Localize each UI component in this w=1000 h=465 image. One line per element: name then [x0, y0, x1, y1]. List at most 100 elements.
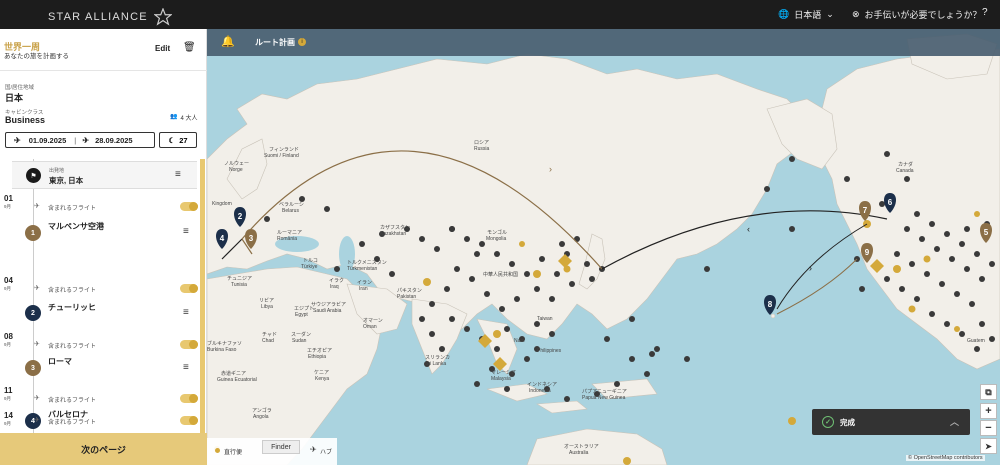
- flight-row: 01 9月 ✈ 含まれるフライト: [0, 195, 200, 215]
- next-page-button[interactable]: 次のページ: [0, 433, 207, 465]
- date-range-field[interactable]: ✈ 01.09.2025 | ✈ 28.09.2025: [5, 132, 155, 148]
- nights-field[interactable]: ☾ 27: [159, 132, 197, 148]
- help-link[interactable]: ⊗ お手伝いが必要でしょうか？: [852, 8, 982, 21]
- map-label: スリランカ: [425, 355, 451, 361]
- info-icon[interactable]: i: [298, 38, 306, 46]
- flight-included-label: 含まれるフライト: [48, 398, 97, 404]
- flight-row: 14 9月 ✈ 含まれるフライト: [0, 412, 200, 432]
- route-arrow: ›: [549, 164, 552, 174]
- map-label: Indonesia: [529, 388, 551, 394]
- stop-name: ローマ: [48, 357, 72, 366]
- menu-icon[interactable]: ≡: [175, 169, 181, 180]
- stop-row[interactable]: 2 チューリッヒ ≡: [0, 300, 200, 334]
- route-arrow: ›: [809, 263, 812, 273]
- flight-day: 11: [4, 386, 13, 395]
- map-attribution[interactable]: © OpenStreetMap contributors: [906, 455, 985, 461]
- indonesia-land: [486, 378, 658, 414]
- passenger-count: 4 大人: [180, 116, 198, 122]
- end-date: 28.09.2025: [95, 135, 133, 145]
- flight-toggle[interactable]: [180, 202, 198, 211]
- layers-icon[interactable]: ⧉: [980, 384, 997, 400]
- flight-month: 9月: [4, 204, 12, 209]
- map-label: ルーマニア: [277, 230, 303, 236]
- passengers[interactable]: 👥 4 大人: [170, 113, 198, 122]
- map-label: モンゴル: [487, 230, 508, 236]
- map-label: Sudan: [292, 338, 307, 344]
- zoom-out-button[interactable]: −: [980, 420, 997, 436]
- map-label: ノルウェー: [224, 161, 250, 167]
- chevron-up-icon[interactable]: ︿: [950, 415, 959, 428]
- stop-row[interactable]: 3 ローマ ≡: [0, 355, 200, 389]
- map-label: Nam: [514, 338, 525, 344]
- map-label: チャド: [262, 332, 277, 338]
- map-label: Saudi Arabia: [313, 308, 342, 314]
- map-label: インドネシア: [527, 382, 558, 388]
- stop-name: チューリッヒ: [48, 303, 96, 312]
- north-america-land: [816, 48, 1000, 370]
- route-map[interactable]: ‹ › › 2 3 4 5 6 7 8 9 ロシア Russia フィンランド …: [207, 29, 1000, 465]
- map-pin-8[interactable]: 8: [764, 295, 776, 315]
- pin-number: 2: [238, 212, 243, 221]
- flight-toggle[interactable]: [180, 340, 198, 349]
- map-label: イラク: [329, 278, 345, 284]
- edit-button[interactable]: Edit: [155, 44, 170, 53]
- flight-included-label: 含まれるフライト: [48, 344, 97, 350]
- map-label: Iraq: [330, 284, 339, 290]
- sidebar-header: 世界一周 あなたの旅を計画する Edit 🗑: [0, 29, 207, 71]
- map-label: Sri Lanka: [425, 361, 447, 367]
- finder-button[interactable]: Finder: [262, 440, 300, 454]
- zoom-in-button[interactable]: +: [980, 403, 997, 419]
- scroll-indicator[interactable]: [200, 159, 205, 433]
- chevron-down-icon: ⌄: [826, 9, 834, 19]
- map-label: Ethiopia: [308, 354, 327, 360]
- flight-toggle[interactable]: [180, 394, 198, 403]
- flight-month: 9月: [4, 342, 12, 347]
- map-label: イラン: [357, 280, 373, 286]
- flight-toggle[interactable]: [180, 284, 198, 293]
- pin-number: 7: [863, 206, 868, 215]
- country-value[interactable]: 日本: [5, 91, 23, 104]
- plane-icon: ✈: [34, 417, 40, 424]
- map-label: Philippines: [537, 348, 562, 354]
- itinerary-sidebar: 世界一周 あなたの旅を計画する Edit 🗑 国/居住地域 日本 キャビンクラス…: [0, 29, 207, 465]
- map-label: パプアニューギニア: [582, 389, 627, 395]
- bell-icon[interactable]: 🔔: [221, 35, 235, 48]
- map-label: Oman: [363, 324, 377, 330]
- globe-icon: 🌐: [778, 9, 790, 19]
- country-label: 国/居住地域: [5, 85, 35, 91]
- map-label: Kenya: [315, 376, 330, 382]
- pin-number: 4: [220, 234, 225, 243]
- map-label: カナダ: [898, 162, 914, 168]
- map-label: Türkmenistan: [347, 266, 378, 272]
- origin-card[interactable]: ⚑ 出発地 東京, 日本 ≡: [12, 161, 197, 189]
- trash-icon[interactable]: 🗑: [183, 42, 196, 53]
- flight-toggle[interactable]: [180, 416, 198, 425]
- menu-icon[interactable]: ≡: [183, 226, 189, 237]
- direct-flight-legend-dot: [215, 448, 220, 453]
- stop-name: マルペンサ空港: [48, 222, 104, 231]
- map-label: Suomi / Finland: [264, 153, 299, 159]
- stop-row[interactable]: 1 マルペンサ空港 ≡: [0, 221, 200, 255]
- map-label: オーストラリア: [564, 444, 599, 450]
- star-alliance-logo[interactable]: STAR ALLIANCE: [48, 8, 172, 26]
- trip-subtitle: あなたの旅を計画する: [4, 53, 69, 60]
- completion-panel[interactable]: ✓ 完成 ︿: [812, 409, 970, 435]
- map-label: エチオピア: [307, 348, 333, 354]
- locate-icon[interactable]: ➤: [980, 438, 997, 454]
- map-label: Türkiye: [301, 264, 318, 270]
- route-arrow: ‹: [747, 224, 750, 234]
- flight-day: 14: [4, 412, 13, 420]
- star-logo-icon: [153, 8, 172, 26]
- map-label: 中華人民共和国: [483, 272, 519, 278]
- map-label: Taiwan: [537, 316, 553, 322]
- language-selector[interactable]: 🌐 日本語 ⌄: [778, 8, 834, 21]
- date-divider: |: [74, 135, 77, 145]
- origin-value: 東京, 日本: [49, 176, 84, 185]
- flight-included-label: 含まれるフライト: [48, 206, 97, 212]
- menu-icon[interactable]: ≡: [183, 307, 189, 318]
- help-question-icon[interactable]: ?: [982, 7, 988, 18]
- itinerary-list: ⚑ 出発地 東京, 日本 ≡ 01 9月 ✈ 含まれるフライト 1 マルペンサ空…: [0, 159, 207, 433]
- menu-icon[interactable]: ≡: [183, 362, 189, 373]
- cabin-value[interactable]: Business: [5, 115, 45, 125]
- pin-number: 8: [768, 300, 773, 309]
